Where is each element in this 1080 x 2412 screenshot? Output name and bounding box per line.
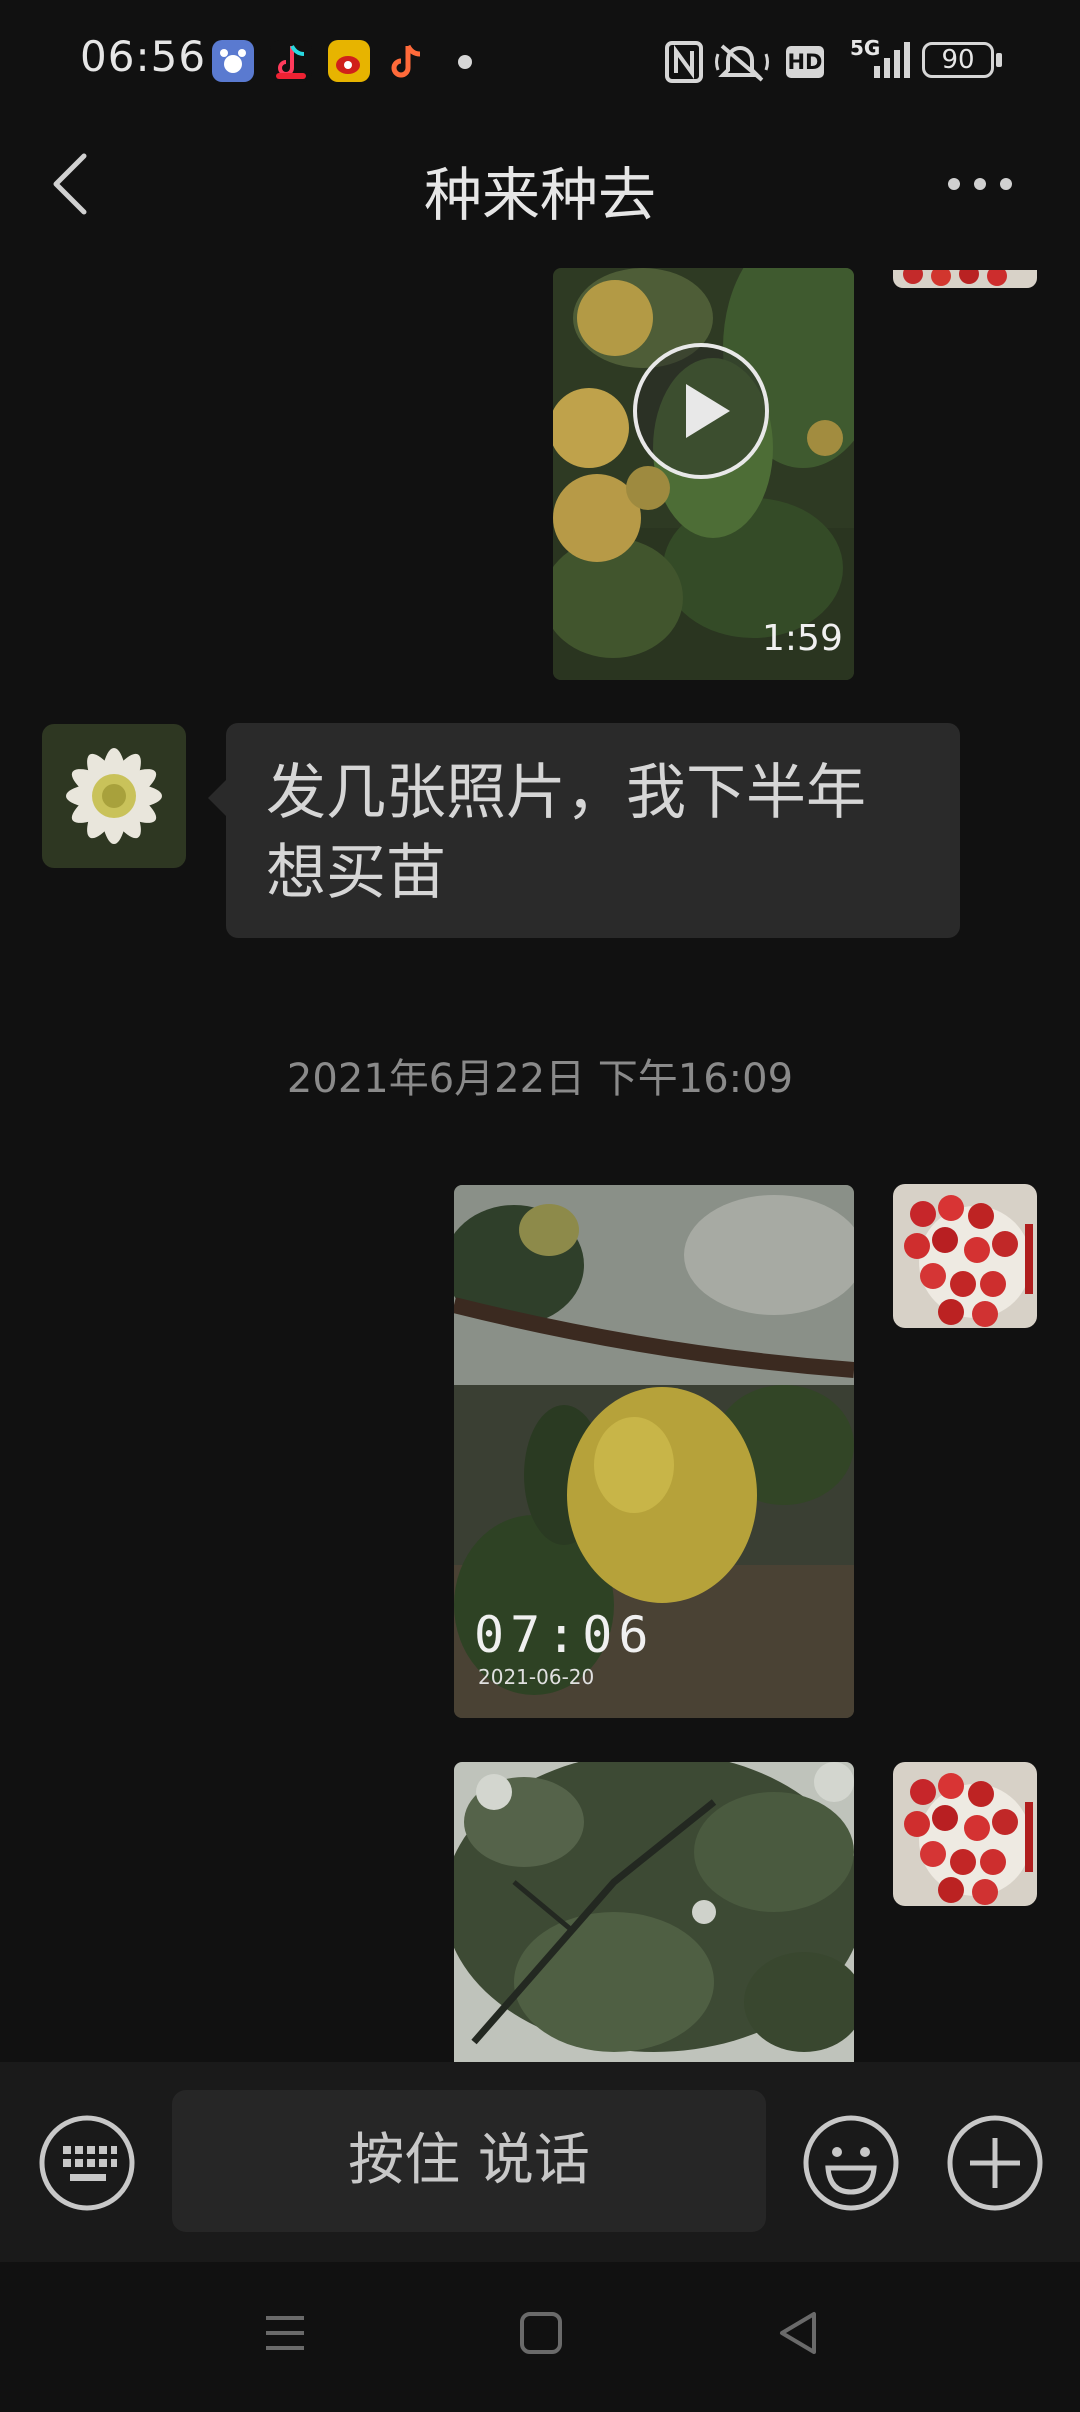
play-icon[interactable] <box>632 342 770 480</box>
hold-to-talk-button[interactable]: 按住 说话 <box>172 2090 766 2232</box>
battery-icon: 90 <box>922 42 994 78</box>
douyin-icon <box>386 40 428 82</box>
input-bar: 按住 说话 <box>0 2062 1080 2262</box>
text-message-bubble[interactable]: 发几张照片，我下半年想买苗 <box>226 723 960 938</box>
chat-title: 种来种去 <box>423 161 656 229</box>
notification-dot <box>458 55 472 69</box>
hd-icon: HD <box>786 46 824 78</box>
video-duration: 1:59 <box>762 618 843 659</box>
self-avatar[interactable] <box>893 1184 1037 1328</box>
keyboard-icon[interactable] <box>38 2114 136 2212</box>
self-avatar-partial[interactable] <box>893 270 1037 288</box>
nfc-icon <box>665 41 703 83</box>
photo-message-tree[interactable] <box>454 1762 854 2062</box>
battery-level: 90 <box>941 45 975 75</box>
emoji-icon[interactable] <box>802 2114 900 2212</box>
battery-cap <box>996 53 1002 67</box>
home-icon[interactable] <box>518 2310 564 2356</box>
chat-header: 种来种去 <box>0 124 1080 244</box>
weibo-icon <box>328 40 370 82</box>
signal-icon <box>874 42 910 78</box>
more-dots-icon[interactable] <box>940 166 1020 202</box>
photo-clock: 07:06 <box>474 1606 655 1664</box>
mute-icon <box>715 44 769 82</box>
menu-icon[interactable] <box>262 2310 308 2356</box>
contact-avatar[interactable] <box>42 724 186 868</box>
status-bar: 06:56 HD 5G 90 <box>0 0 1080 124</box>
self-avatar[interactable] <box>893 1762 1037 1906</box>
douyin-speed-icon <box>270 40 312 82</box>
baidu-app-icon <box>212 40 254 82</box>
bubble-tail <box>208 780 226 816</box>
add-icon[interactable] <box>946 2114 1044 2212</box>
back-icon[interactable] <box>776 2310 822 2356</box>
status-time: 06:56 <box>80 32 207 81</box>
message-timestamp: 2021年6月22日 下午16:09 <box>286 1056 794 1102</box>
photo-date: 2021-06-20 <box>478 1665 595 1689</box>
text-message: 发几张照片，我下半年想买苗 <box>266 758 866 908</box>
system-nav-bar <box>0 2262 1080 2412</box>
